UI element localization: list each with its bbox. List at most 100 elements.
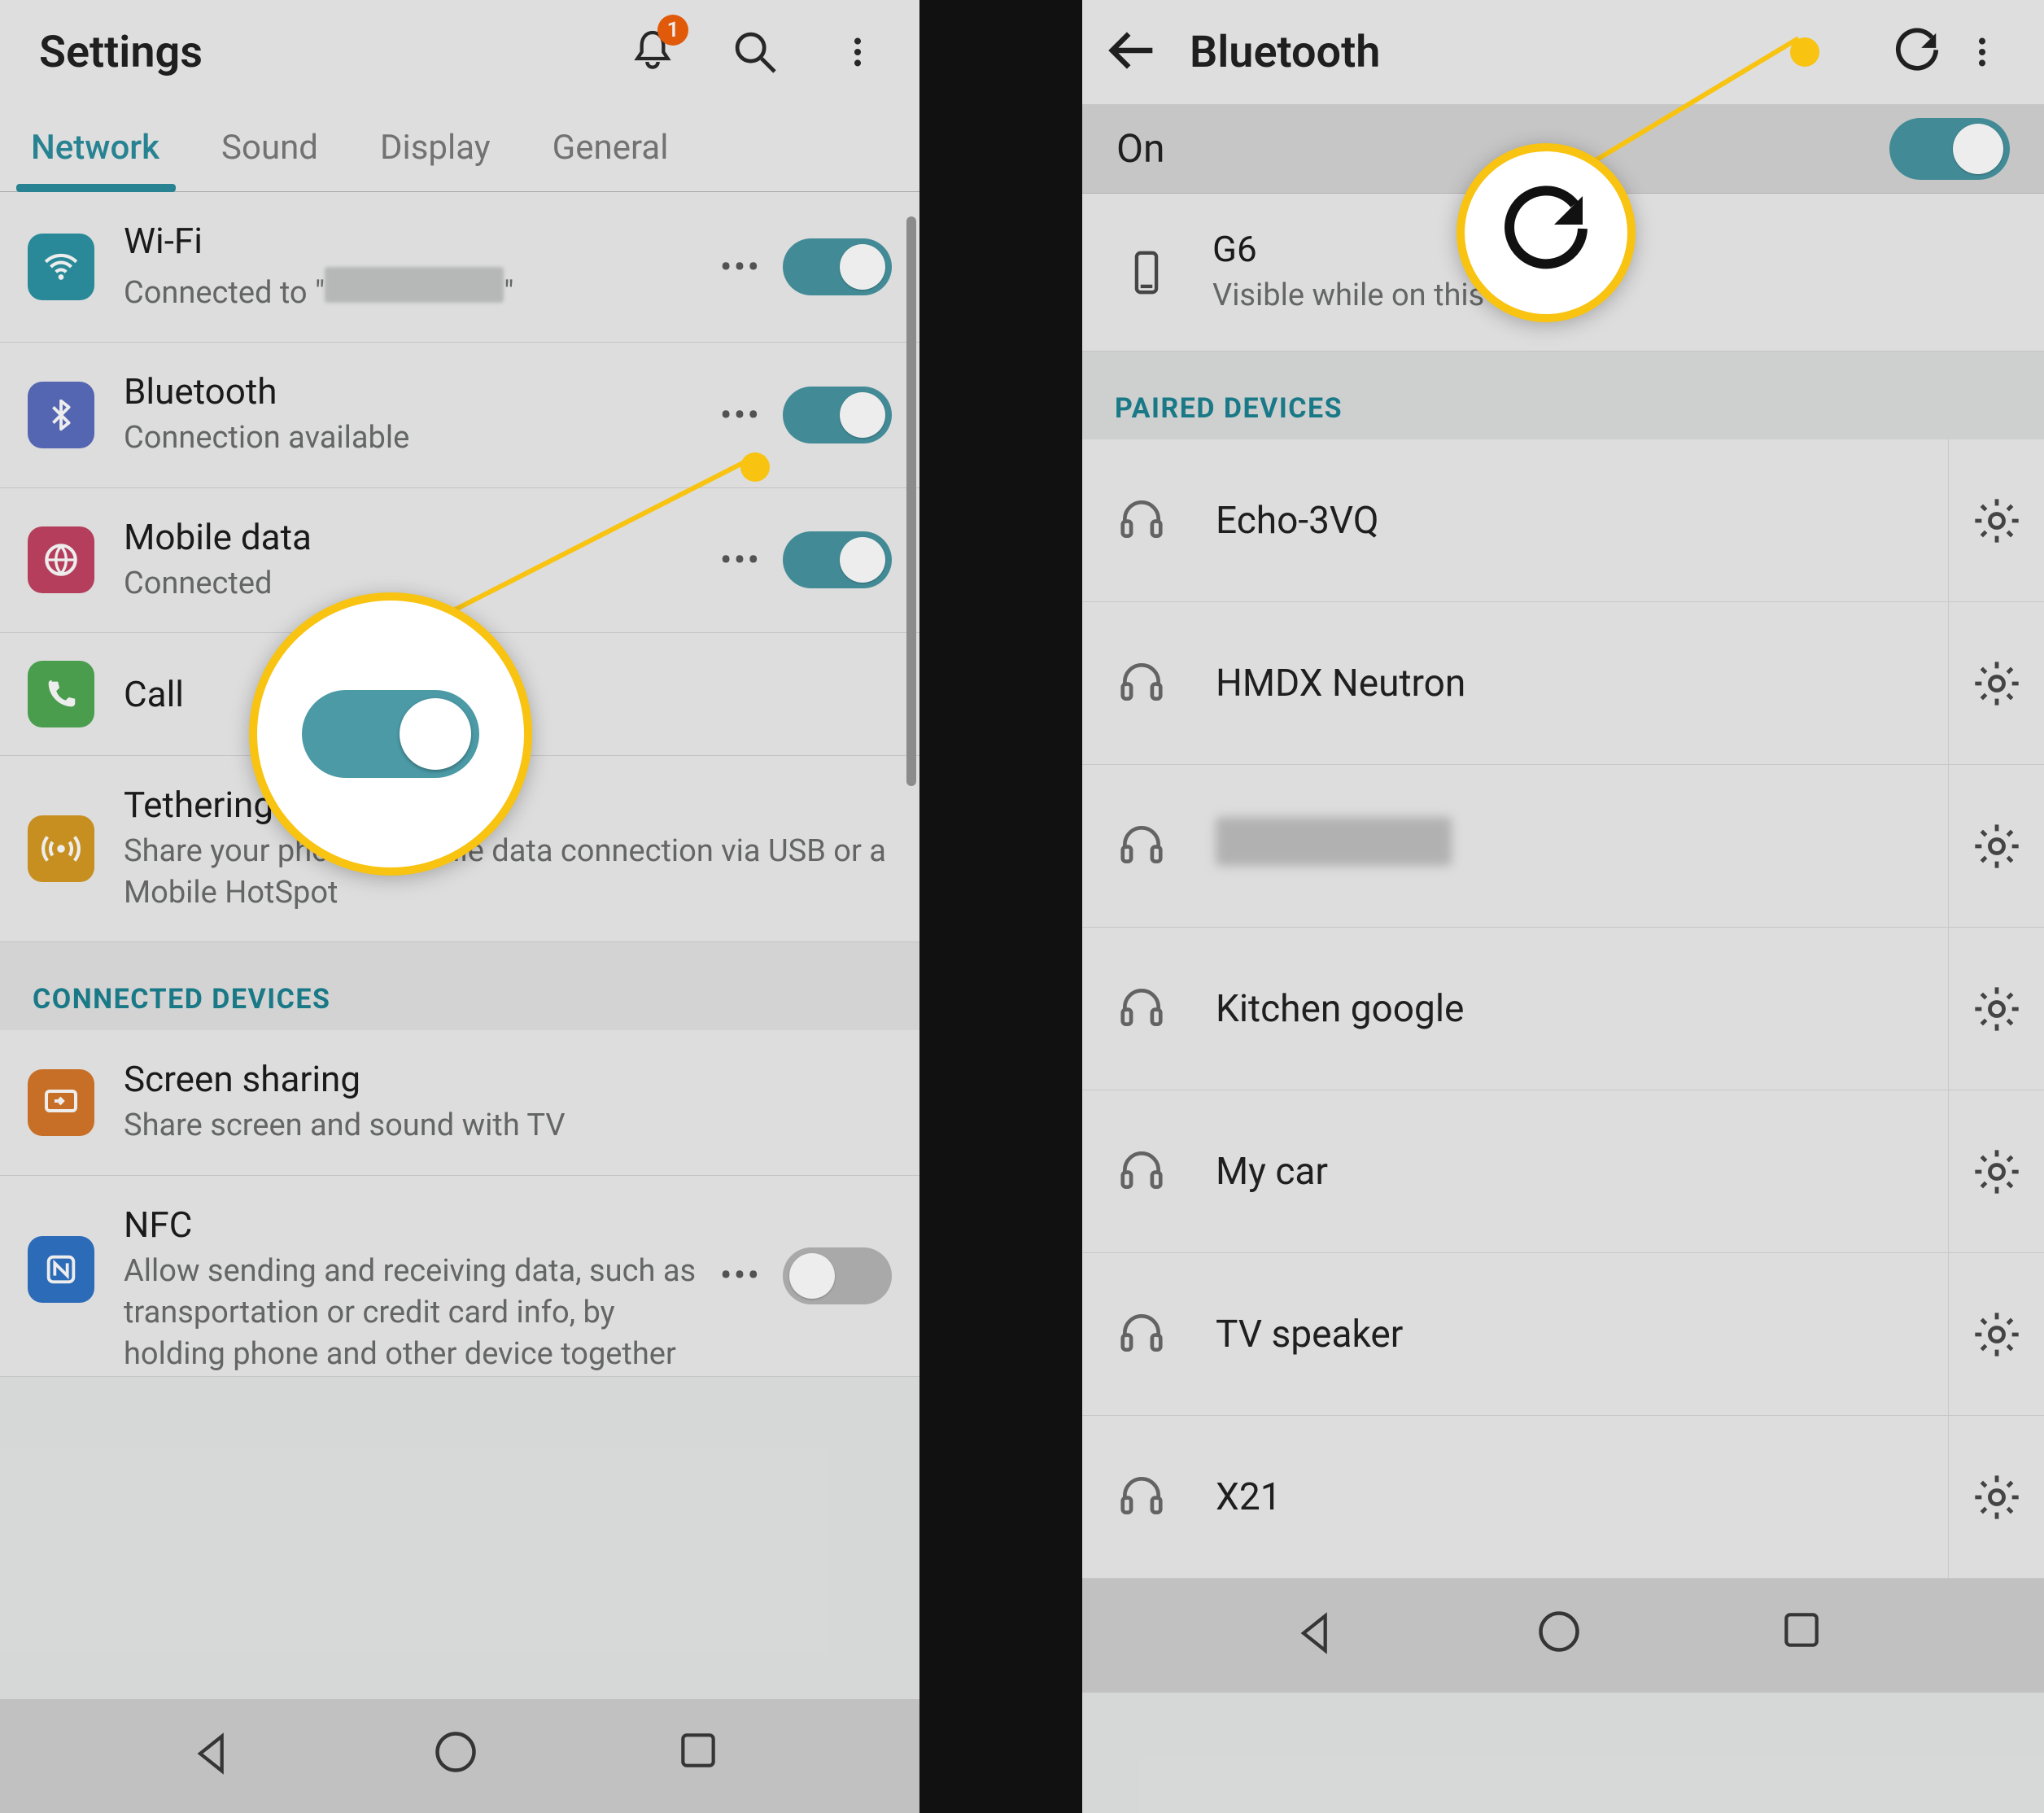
bluetooth-toggle[interactable]	[783, 387, 892, 443]
search-button[interactable]	[723, 20, 788, 85]
nfc-sub: Allow sending and receiving data, such a…	[124, 1251, 718, 1376]
back-button[interactable]	[1105, 22, 1165, 82]
bluetooth-header: Bluetooth	[1082, 0, 2044, 104]
wifi-title: Wi-Fi	[124, 220, 718, 262]
headphones-icon	[1116, 1308, 1170, 1361]
headphones-icon	[1116, 1470, 1170, 1524]
device-name: TV speaker	[1216, 1313, 1403, 1356]
system-navbar	[0, 1699, 919, 1813]
bluetooth-sub: Connection available	[124, 417, 718, 459]
paired-device-row[interactable]: Kitchen google	[1082, 928, 2044, 1090]
wifi-icon	[28, 234, 94, 300]
paired-device-row[interactable]: Echo-3VQ	[1082, 439, 2044, 602]
nav-recents[interactable]	[675, 1728, 732, 1785]
bluetooth-title: Bluetooth	[124, 370, 718, 413]
refresh-icon	[1497, 184, 1595, 282]
nav-home[interactable]	[431, 1728, 488, 1785]
notification-badge: 1	[657, 15, 688, 46]
wifi-toggle[interactable]	[783, 238, 892, 295]
row-screen-sharing[interactable]: Screen sharing Share screen and sound wi…	[0, 1030, 919, 1175]
callout-refresh	[1457, 143, 1636, 322]
callout-anchor-dot	[740, 452, 770, 482]
section-connected-devices: CONNECTED DEVICES	[0, 942, 919, 1030]
overflow-button[interactable]	[825, 20, 890, 85]
callout-toggle	[249, 592, 532, 876]
device-settings-button[interactable]	[1948, 439, 2044, 601]
device-name: Kitchen google	[1216, 987, 1464, 1031]
paired-device-row[interactable]: HMDX Neutron	[1082, 602, 2044, 765]
tethering-sub: Share your phone's mobile data connectio…	[124, 831, 892, 915]
row-bluetooth[interactable]: Bluetooth Connection available •••	[0, 343, 919, 487]
nav-back[interactable]	[187, 1728, 244, 1785]
dots-vertical-icon	[1963, 26, 2001, 78]
bluetooth-icon	[28, 382, 94, 448]
refresh-icon	[1892, 27, 1942, 77]
paired-device-row[interactable]	[1082, 765, 2044, 928]
device-settings-button[interactable]	[1948, 928, 2044, 1090]
nfc-icon	[28, 1236, 94, 1303]
headphones-icon	[1116, 819, 1170, 873]
notifications-button[interactable]: 1	[620, 20, 685, 85]
settings-tabs: Network Sound Display General	[0, 104, 919, 192]
nav-back[interactable]	[1291, 1607, 1347, 1664]
bluetooth-more[interactable]: •••	[718, 392, 763, 438]
scrollbar[interactable]	[906, 216, 916, 786]
system-navbar	[1082, 1579, 2044, 1693]
settings-screen: Settings 1 Network Sound	[0, 0, 919, 1813]
section-paired-devices: PAIRED DEVICES	[1082, 352, 2044, 439]
bluetooth-status-label: On	[1116, 125, 1165, 172]
device-name-redacted	[1216, 817, 1452, 866]
tab-sound[interactable]: Sound	[190, 104, 349, 191]
paired-devices-list: Echo-3VQ HMDX Neutron Kitchen google My car…	[1082, 439, 2044, 1579]
headphones-icon	[1116, 982, 1170, 1036]
device-settings-button[interactable]	[1948, 765, 2044, 927]
tab-general[interactable]: General	[522, 104, 700, 191]
screen-sharing-title: Screen sharing	[124, 1058, 892, 1100]
wifi-ssid-redacted	[325, 267, 504, 303]
call-icon	[28, 661, 94, 727]
wifi-more[interactable]: •••	[718, 244, 763, 290]
settings-title: Settings	[39, 27, 620, 78]
device-name: X21	[1216, 1475, 1282, 1519]
nfc-toggle[interactable]	[783, 1247, 892, 1304]
tab-display[interactable]: Display	[349, 104, 522, 191]
search-icon	[729, 26, 781, 78]
bluetooth-screen: Bluetooth On G6 Visible while on this sc…	[1082, 0, 2044, 1813]
device-settings-button[interactable]	[1948, 1253, 2044, 1415]
headphones-icon	[1116, 1145, 1170, 1199]
refresh-button[interactable]	[1885, 20, 1950, 85]
row-nfc[interactable]: NFC Allow sending and receiving data, su…	[0, 1176, 919, 1377]
nfc-title: NFC	[124, 1204, 718, 1246]
paired-device-row[interactable]: TV speaker	[1082, 1253, 2044, 1416]
device-settings-button[interactable]	[1948, 1416, 2044, 1578]
screen-sharing-sub: Share screen and sound with TV	[124, 1105, 892, 1147]
arrow-left-icon	[1105, 22, 1162, 79]
tab-network[interactable]: Network	[0, 104, 190, 191]
wifi-sub: Connected to ""	[124, 267, 718, 314]
dots-vertical-icon	[839, 26, 876, 78]
row-wifi[interactable]: Wi-Fi Connected to "" •••	[0, 192, 919, 343]
tethering-icon	[28, 815, 94, 882]
headphones-icon	[1116, 494, 1170, 548]
headphones-icon	[1116, 657, 1170, 710]
nav-recents[interactable]	[1779, 1607, 1836, 1664]
device-settings-button[interactable]	[1948, 1090, 2044, 1252]
bluetooth-master-toggle[interactable]	[1889, 118, 2010, 180]
mobile-data-toggle[interactable]	[783, 531, 892, 588]
device-name: Echo-3VQ	[1216, 499, 1379, 543]
device-name: HMDX Neutron	[1216, 662, 1465, 706]
paired-device-row[interactable]: X21	[1082, 1416, 2044, 1579]
mobile-data-more[interactable]: •••	[718, 537, 763, 583]
screen-sharing-icon	[28, 1069, 94, 1136]
phone-icon	[1116, 242, 1177, 303]
settings-header: Settings 1	[0, 0, 919, 104]
callout-anchor-dot	[1790, 37, 1819, 67]
mobile-data-icon	[28, 526, 94, 593]
nfc-more[interactable]: •••	[718, 1252, 763, 1298]
bluetooth-overflow-button[interactable]	[1950, 20, 2015, 85]
device-settings-button[interactable]	[1948, 602, 2044, 764]
nav-home[interactable]	[1535, 1607, 1592, 1664]
settings-list[interactable]: Wi-Fi Connected to "" ••• Bluetooth Conn…	[0, 192, 919, 1699]
screen-divider	[919, 0, 1082, 1813]
paired-device-row[interactable]: My car	[1082, 1090, 2044, 1253]
